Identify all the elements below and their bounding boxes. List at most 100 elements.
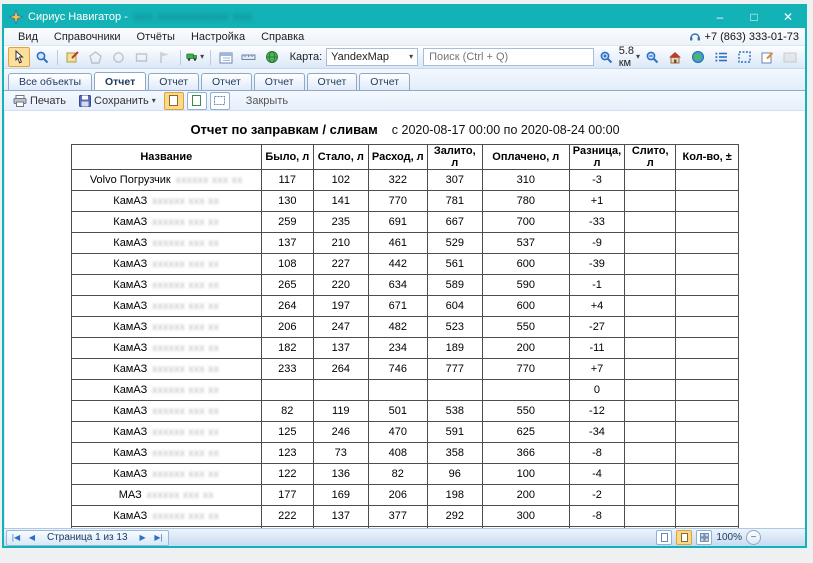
value-cell	[625, 212, 676, 233]
zoom-out-button[interactable]	[641, 47, 663, 67]
save-button[interactable]: Сохранить ▾	[74, 92, 161, 110]
rectangle-tool-button[interactable]	[131, 47, 153, 67]
pan-hand-tool-button[interactable]	[8, 47, 30, 67]
zoom-tool-button[interactable]	[31, 47, 53, 67]
table-row: КамАЗxxxxxx xxx xx137210461529537-9	[71, 233, 738, 254]
vehicle-name: КамАЗ	[113, 447, 147, 459]
next-page-button[interactable]: ▶	[136, 532, 150, 544]
prev-page-button[interactable]: ◀	[25, 532, 39, 544]
value-cell: 600	[482, 296, 569, 317]
notes-edit-button[interactable]	[756, 47, 778, 67]
value-cell: 671	[368, 296, 427, 317]
value-cell: 137	[261, 233, 313, 254]
list-view-button[interactable]	[710, 47, 732, 67]
route-ruler-button[interactable]	[238, 47, 260, 67]
status-view-normal-button[interactable]	[656, 530, 672, 545]
status-view-page-button[interactable]	[676, 530, 692, 545]
floppy-icon	[79, 95, 91, 107]
vehicle-plate-redacted: xxxxxx xxx xx	[152, 406, 219, 417]
vehicle-name-cell: КамАЗxxxxxx xxx xx	[71, 296, 261, 317]
vehicle-name-cell: КамАЗxxxxxx xxx xx	[71, 443, 261, 464]
report-title: Отчет по заправкам / сливам	[190, 122, 377, 137]
report-period: с 2020-08-17 00:00 по 2020-08-24 00:00	[392, 123, 620, 137]
print-button-label: Печать	[30, 95, 66, 107]
zoom-in-button[interactable]	[595, 47, 617, 67]
vehicle-menu-button[interactable]: ▾	[184, 47, 206, 67]
table-row: КамАЗxxxxxx xxx xx233264746777770+7	[71, 359, 738, 380]
value-cell: 200	[482, 338, 569, 359]
image-button[interactable]	[779, 47, 801, 67]
view-single-page-button[interactable]	[164, 92, 184, 110]
table-row: Volvo Погрузчикxxxxxx xxx xx117102322307…	[71, 170, 738, 191]
menu-item-2[interactable]: Отчёты	[129, 30, 183, 44]
table-row: МАЗxxxxxx xxx xx177169206198200-2	[71, 485, 738, 506]
value-cell: 198	[427, 485, 482, 506]
search-input[interactable]	[423, 48, 594, 66]
value-cell: 461	[368, 233, 427, 254]
circle-tool-button[interactable]	[108, 47, 130, 67]
menu-item-1[interactable]: Справочники	[46, 30, 129, 44]
minimize-button[interactable]: –	[703, 6, 737, 28]
value-cell	[676, 464, 739, 485]
maximize-button[interactable]: □	[737, 6, 771, 28]
value-cell: 780	[482, 191, 569, 212]
save-dropdown-caret-icon[interactable]: ▾	[152, 97, 156, 105]
vehicle-name: КамАЗ	[113, 510, 147, 522]
tab-0[interactable]: Все объекты	[8, 73, 92, 90]
table-row: КамАЗxxxxxx xxx xx259235691667700-33	[71, 212, 738, 233]
value-cell	[676, 296, 739, 317]
status-view-grid-button[interactable]	[696, 530, 712, 545]
polygon-tool-button[interactable]	[85, 47, 107, 67]
home-button[interactable]	[664, 47, 686, 67]
map-select[interactable]: YandexMap ▾	[326, 48, 418, 66]
close-report-button[interactable]: Закрыть	[241, 92, 293, 110]
value-cell: -1	[569, 275, 624, 296]
calendar-button[interactable]	[215, 47, 237, 67]
tab-4[interactable]: Отчет	[254, 73, 305, 90]
value-cell: 246	[313, 422, 368, 443]
vehicle-name-cell: ГАЗxxxxxx xxx xx	[71, 527, 261, 529]
value-cell: 377	[368, 506, 427, 527]
report-header: Отчет по заправкам / сливам с 2020-08-17…	[5, 122, 805, 137]
globe-report-button[interactable]	[261, 47, 283, 67]
value-cell	[625, 464, 676, 485]
value-cell: 227	[313, 254, 368, 275]
value-cell: 259	[261, 212, 313, 233]
value-cell: 470	[368, 422, 427, 443]
value-cell: 108	[261, 254, 313, 275]
value-cell	[625, 170, 676, 191]
vehicle-plate-redacted: xxxxxx xxx xx	[152, 343, 219, 354]
menu-item-0[interactable]: Вид	[10, 30, 46, 44]
zoom-out-slider-button[interactable]: −	[746, 530, 761, 545]
tab-2[interactable]: Отчет	[148, 73, 199, 90]
table-row: КамАЗxxxxxx xxx xx82119501538550-12	[71, 401, 738, 422]
table-row: КамАЗxxxxxx xxx xx130141770781780+1	[71, 191, 738, 212]
menu-item-4[interactable]: Справка	[253, 30, 312, 44]
tab-3[interactable]: Отчет	[201, 73, 252, 90]
column-header: Оплачено, л	[482, 145, 569, 170]
vehicle-plate-redacted: xxxxxx xxx xx	[152, 259, 219, 270]
print-button[interactable]: Печать	[8, 92, 71, 110]
first-page-button[interactable]: |◀	[9, 532, 23, 544]
tab-5[interactable]: Отчет	[307, 73, 358, 90]
value-cell: -11	[569, 338, 624, 359]
menu-item-3[interactable]: Настройка	[183, 30, 253, 44]
tab-1[interactable]: Отчет	[94, 72, 146, 90]
fit-extent-button[interactable]	[733, 47, 755, 67]
value-cell	[676, 191, 739, 212]
view-fit-page-button[interactable]	[187, 92, 207, 110]
value-cell: 537	[482, 233, 569, 254]
value-cell: 358	[427, 443, 482, 464]
table-row: КамАЗxxxxxx xxx xx1221368296100-4	[71, 464, 738, 485]
value-cell	[427, 380, 482, 401]
headset-icon	[689, 31, 701, 42]
tab-6[interactable]: Отчет	[359, 73, 410, 90]
last-page-button[interactable]: ▶|	[152, 532, 166, 544]
globe-button[interactable]	[687, 47, 709, 67]
view-fit-width-button[interactable]	[210, 92, 230, 110]
flag-tool-button[interactable]	[154, 47, 176, 67]
scale-dropdown-caret-icon[interactable]: ▾	[636, 53, 640, 61]
edit-map-button[interactable]	[62, 47, 84, 67]
window-title: Сириус Навигатор -	[28, 11, 128, 23]
close-button[interactable]: ✕	[771, 6, 805, 28]
